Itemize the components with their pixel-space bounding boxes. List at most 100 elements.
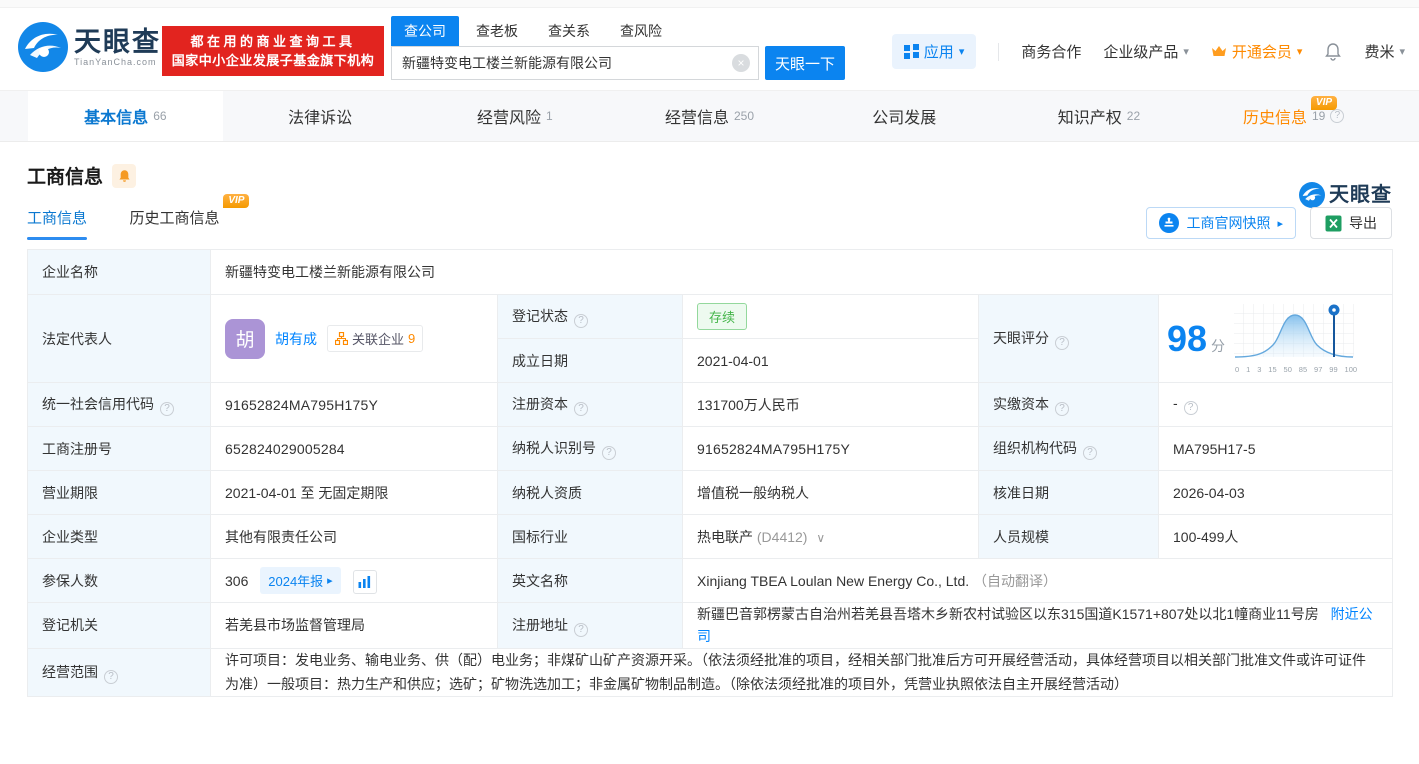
bar-chart-icon <box>358 576 371 589</box>
search-tab-relation[interactable]: 查关系 <box>535 16 603 46</box>
business-scope-value: 许可项目：发电业务、输电业务、供（配）电业务；非煤矿山矿产资源开采。（依法须经批… <box>209 647 1394 698</box>
business-term-value: 2021-04-01 至 无固定期限 <box>210 470 498 515</box>
search-tab-company[interactable]: 查公司 <box>391 16 459 46</box>
table-row: 登记机关 若羌县市场监督管理局 注册地址? 新疆巴音郭楞蒙古自治州若羌县吾塔木乡… <box>27 602 1394 649</box>
brand-domain: TianYanCha.com <box>74 57 157 67</box>
header-nav: 应用 ▾ 商务合作 企业级产品 ▾ 开通会员 ▾ 费米 ▾ <box>891 34 1405 69</box>
address-label: 注册地址? <box>497 602 683 649</box>
help-icon[interactable]: ? <box>574 401 588 416</box>
taxpayer-id-value: 91652824MA795H175Y <box>682 426 979 471</box>
industry-code: (D4412) <box>756 528 808 545</box>
table-row: 参保人数 306 2024年报 ▸ 英文名称 Xinjiang TBEA Lou <box>27 558 1394 603</box>
search-button[interactable]: 天眼一下 <box>765 46 845 80</box>
insured-trend-button[interactable] <box>352 570 377 595</box>
nav-apps-label: 应用 <box>923 44 954 61</box>
tab-label: 经营风险 <box>476 110 541 127</box>
related-label: 关联企业 <box>352 332 405 347</box>
caret-down-icon: ▾ <box>1183 46 1189 58</box>
table-row: 营业期限 2021-04-01 至 无固定期限 纳税人资质 增值税一般纳税人 核… <box>27 470 1394 515</box>
tab-label: 经营信息 <box>664 110 729 127</box>
tab-count: 66 <box>153 109 167 123</box>
page-top-strip <box>0 0 1419 8</box>
help-icon[interactable]: ? <box>1330 109 1345 123</box>
official-snapshot-button[interactable]: 工商官网快照 ▸ <box>1146 207 1296 239</box>
nav-separator <box>998 42 1000 61</box>
tab-label: 基本信息 <box>84 110 149 127</box>
reg-status-value: 存续 <box>682 294 979 339</box>
nav-enterprise-products[interactable]: 企业级产品 ▾ <box>1103 41 1189 62</box>
related-companies-badge[interactable]: 关联企业 9 <box>327 325 424 352</box>
help-icon[interactable]: ? <box>1183 400 1198 415</box>
apps-grid-icon <box>903 44 919 59</box>
nav-apps[interactable]: 应用 ▾ <box>891 34 977 69</box>
export-button[interactable]: 导出 <box>1310 207 1392 239</box>
play-arrow-icon: ▸ <box>1277 217 1283 230</box>
search-block: 查公司 查老板 查关系 查风险 × 天眼一下 <box>391 16 845 80</box>
score-distribution-chart: 01 3 15 50 85 97 99 100 <box>1233 303 1359 374</box>
slogan-banner: 都在用的商业查询工具 国家中小企业发展子基金旗下机构 <box>162 26 384 76</box>
search-tab-boss[interactable]: 查老板 <box>463 16 531 46</box>
company-name-label: 企业名称 <box>27 249 211 295</box>
bell-icon <box>118 169 130 182</box>
tab-operation-risk[interactable]: 经营风险 1 <box>417 91 612 141</box>
business-scope-label: 经营范围? <box>27 647 211 698</box>
search-input[interactable] <box>391 46 759 80</box>
nav-open-vip[interactable]: 开通会员 ▾ <box>1211 41 1303 62</box>
subscribe-bell-button[interactable] <box>112 163 137 188</box>
legal-rep-label: 法定代表人 <box>27 294 211 383</box>
tianyancha-logo-icon <box>1299 182 1325 208</box>
subtab-history-business-info[interactable]: VIP 历史工商信息 <box>129 194 250 228</box>
notification-bell-button[interactable] <box>1324 42 1342 61</box>
tab-legal-litigation[interactable]: 法律诉讼 <box>223 91 418 141</box>
score-unit: 分 <box>1211 337 1226 354</box>
tab-operation-info[interactable]: 经营信息 250 <box>612 91 807 141</box>
nav-user-menu[interactable]: 费米 ▾ <box>1364 41 1405 62</box>
nav-cooperation[interactable]: 商务合作 <box>1021 41 1081 62</box>
tab-history-info[interactable]: VIP 历史信息 19 ? <box>1196 91 1391 141</box>
tab-intellectual-property[interactable]: 知识产权 22 <box>1002 91 1197 141</box>
org-code-value: MA795H17-5 <box>1157 426 1394 471</box>
tab-company-development[interactable]: 公司发展 <box>807 91 1002 141</box>
paid-capital-value: -? <box>1157 382 1394 427</box>
search-tabs: 查公司 查老板 查关系 查风险 <box>391 16 845 46</box>
help-icon[interactable]: ? <box>602 445 616 460</box>
help-icon[interactable]: ? <box>1055 335 1069 350</box>
help-icon[interactable]: ? <box>160 401 174 416</box>
table-row: 法定代表人 胡 胡有成 关联企业 9 登记状态 ? 存续 天眼评分 ? 98 分… <box>27 294 1394 383</box>
nav-cooperation-label: 商务合作 <box>1021 44 1082 61</box>
help-icon[interactable]: ? <box>574 622 588 637</box>
score-value: 98 <box>1167 317 1208 359</box>
help-icon[interactable]: ? <box>104 669 118 684</box>
staff-size-value: 100-499人 <box>1157 514 1394 559</box>
crown-icon <box>1211 46 1226 56</box>
tab-count: 19 <box>1312 109 1326 123</box>
tab-label: 法律诉讼 <box>288 110 353 127</box>
company-name-value: 新疆特变电工楼兰新能源有限公司 <box>209 249 1394 295</box>
subtab-business-info[interactable]: 工商信息 <box>27 207 87 240</box>
annual-report-badge[interactable]: 2024年报 ▸ <box>260 566 341 594</box>
chevron-down-icon[interactable]: ∨ <box>816 531 825 545</box>
help-icon[interactable]: ? <box>574 313 588 328</box>
clear-icon[interactable]: × <box>732 54 750 72</box>
tab-basic-info[interactable]: 基本信息 66 <box>28 91 223 141</box>
caret-down-icon: ▾ <box>1296 46 1303 58</box>
business-term-label: 营业期限 <box>27 470 211 515</box>
search-tab-risk[interactable]: 查风险 <box>607 16 675 46</box>
english-name-label: 英文名称 <box>497 558 683 603</box>
paid-capital-label: 实缴资本? <box>978 382 1159 427</box>
help-icon[interactable]: ? <box>1083 445 1097 460</box>
tianyancha-logo[interactable]: 天眼查 TianYanCha.com <box>18 22 161 72</box>
legal-rep-name-link[interactable]: 胡有成 <box>275 329 317 349</box>
status-badge: 存续 <box>697 303 748 330</box>
slogan-line2: 国家中小企业发展子基金旗下机构 <box>171 53 375 68</box>
score-cell: 98 分 01 3 15 50 85 97 99 100 <box>1157 294 1394 383</box>
slogan-line1: 都在用的商业查询工具 <box>190 34 356 49</box>
help-icon[interactable]: ? <box>1055 401 1069 416</box>
excel-icon <box>1325 215 1342 231</box>
nav-user-label: 费米 <box>1364 44 1395 61</box>
reg-number-value: 652824029005284 <box>210 426 498 471</box>
legal-rep-avatar[interactable]: 胡 <box>225 318 265 359</box>
address-value: 新疆巴音郭楞蒙古自治州若羌县吾塔木乡新农村试验区以东315国道K1571+807… <box>681 602 1394 649</box>
tab-count: 1 <box>545 109 553 123</box>
vip-badge: VIP <box>223 194 250 208</box>
